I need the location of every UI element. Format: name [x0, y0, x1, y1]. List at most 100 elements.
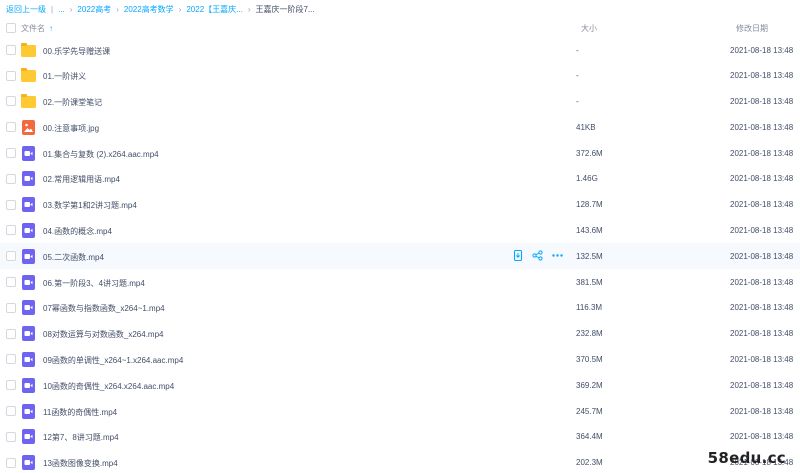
file-size: 381.5M [576, 277, 603, 287]
row-checkbox[interactable] [6, 328, 16, 339]
row-checkbox[interactable] [6, 70, 16, 81]
file-row[interactable]: 05.二次函数.mp4 132.5M 2021-08-18 13:48 [0, 243, 800, 270]
file-name[interactable]: 00.乐学先导赠送课 [43, 46, 110, 57]
sort-up-arrow-icon[interactable]: ↑ [49, 24, 53, 33]
row-checkbox[interactable] [6, 199, 16, 210]
file-row[interactable]: 06.第一阶段3、4讲习题.mp4 381.5M 2021-08-18 13:48 [0, 269, 800, 295]
column-header-name[interactable]: 文件名 ↑ [21, 23, 53, 34]
file-row[interactable]: 13函数图像变换.mp4 202.3M 2021-08-18 13:48 [0, 450, 800, 473]
file-row[interactable]: 10函数的奇偶性_x264.x264.aac.mp4 369.2M 2021-08-… [0, 372, 800, 398]
file-name[interactable]: 02.一阶课堂笔记 [43, 97, 102, 108]
file-row[interactable]: 01.一阶讲义 - 2021-08-18 13:48 [0, 63, 800, 89]
file-name[interactable]: 13函数图像变换.mp4 [43, 458, 118, 469]
file-modified-date: 2021-08-18 13:48 [730, 329, 794, 339]
file-modified-date: 2021-08-18 13:48 [730, 406, 794, 416]
video-file-icon [21, 300, 36, 316]
file-name[interactable]: 08对数运算与对数函数_x264.mp4 [43, 329, 163, 340]
file-size: 202.3M [576, 458, 603, 468]
file-row[interactable]: 00.乐学先导赠送课 - 2021-08-18 13:48 [0, 37, 800, 63]
row-checkbox[interactable] [6, 406, 16, 417]
file-row[interactable]: 11函数的奇偶性.mp4 245.7M 2021-08-18 13:48 [0, 398, 800, 424]
row-checkbox[interactable] [6, 122, 16, 133]
file-modified-date: 2021-08-18 13:48 [730, 174, 794, 184]
file-modified-date: 2021-08-18 13:48 [730, 432, 794, 442]
row-checkbox[interactable] [6, 457, 16, 468]
row-checkbox[interactable] [6, 173, 16, 184]
file-row[interactable]: 02.一阶课堂笔记 - 2021-08-18 13:48 [0, 89, 800, 115]
row-checkbox[interactable] [6, 44, 16, 55]
file-name[interactable]: 03.数学第1和2讲习题.mp4 [43, 200, 137, 211]
video-file-icon [21, 403, 36, 419]
file-name[interactable]: 05.二次函数.mp4 [43, 252, 104, 263]
video-file-icon [21, 145, 36, 161]
breadcrumb-item-ellipsis[interactable]: ... [58, 5, 65, 14]
file-row[interactable]: 00.注意事项.jpg 41KB 2021-08-18 13:48 [0, 114, 800, 140]
row-actions [512, 250, 563, 262]
file-size: 245.7M [576, 406, 603, 416]
file-name[interactable]: 11函数的奇偶性.mp4 [43, 407, 117, 418]
download-icon[interactable] [512, 250, 523, 262]
row-checkbox[interactable] [6, 277, 16, 288]
video-file-icon [21, 223, 36, 239]
file-name[interactable]: 04.函数的概念.mp4 [43, 226, 112, 237]
more-icon[interactable] [552, 250, 563, 261]
file-size: 132.5M [576, 251, 603, 261]
breadcrumb-back-link[interactable]: 返回上一级 [6, 4, 46, 15]
row-checkbox[interactable] [6, 225, 16, 236]
file-list: 00.乐学先导赠送课 - 2021-08-18 13:48 01.一阶讲义 - 2021-… [0, 37, 800, 473]
file-name[interactable]: 00.注意事项.jpg [43, 123, 99, 134]
file-name[interactable]: 06.第一阶段3、4讲习题.mp4 [43, 278, 145, 289]
folder-icon [21, 68, 36, 83]
breadcrumb-item-2022-math[interactable]: 2022高考数学 [124, 4, 174, 15]
file-size: 143.6M [576, 226, 603, 236]
breadcrumb: 返回上一级 | ... › 2022高考 › 2022高考数学 › 2022【王… [6, 0, 315, 18]
breadcrumb-separator: | [51, 4, 54, 14]
file-size: - [576, 97, 579, 107]
file-row[interactable]: 04.函数的概念.mp4 143.6M 2021-08-18 13:48 [0, 218, 800, 244]
file-name[interactable]: 12第7、8讲习题.mp4 [43, 432, 119, 443]
folder-icon [21, 42, 36, 58]
file-row[interactable]: 12第7、8讲习题.mp4 364.4M 2021-08-18 13:48 [0, 424, 800, 450]
file-modified-date: 2021-08-18 13:48 [730, 122, 794, 132]
row-checkbox[interactable] [6, 96, 16, 107]
file-size: 232.8M [576, 329, 603, 339]
file-name[interactable]: 07幂函数与指数函数_x264~1.mp4 [43, 303, 165, 314]
row-checkbox[interactable] [6, 380, 16, 391]
file-name[interactable]: 10函数的奇偶性_x264.x264.aac.mp4 [43, 381, 174, 392]
row-checkbox[interactable] [6, 148, 16, 159]
video-file-icon [21, 248, 36, 264]
file-modified-date: 2021-08-18 13:48 [730, 251, 794, 261]
file-row[interactable]: 02.常用逻辑用语.mp4 1.46G 2021-08-18 13:48 [0, 166, 800, 192]
row-checkbox[interactable] [6, 251, 16, 262]
breadcrumb-item-2022-gaokao[interactable]: 2022高考 [77, 4, 111, 15]
file-modified-date: 2021-08-18 13:48 [730, 45, 794, 55]
video-file-icon [21, 429, 36, 445]
column-header-date[interactable]: 修改日期 [736, 23, 768, 34]
file-name[interactable]: 01.集合与复数 (2).x264.aac.mp4 [43, 149, 159, 160]
select-all-checkbox[interactable] [6, 23, 16, 33]
file-row[interactable]: 09函数的单调性_x264~1.x264.aac.mp4 370.5M 2021-0… [0, 347, 800, 373]
row-checkbox[interactable] [6, 354, 16, 365]
file-row[interactable]: 07幂函数与指数函数_x264~1.mp4 116.3M 2021-08-18 13… [0, 295, 800, 321]
breadcrumb-separator: › [178, 4, 182, 14]
image-file-icon [21, 119, 36, 135]
file-name[interactable]: 09函数的单调性_x264~1.x264.aac.mp4 [43, 355, 183, 366]
folder-icon [21, 94, 36, 109]
file-size: - [576, 71, 579, 81]
share-icon[interactable] [532, 250, 543, 261]
file-row[interactable]: 03.数学第1和2讲习题.mp4 128.7M 2021-08-18 13:48 [0, 192, 800, 218]
file-size: 1.46G [576, 174, 598, 184]
file-modified-date: 2021-08-18 13:48 [730, 97, 794, 107]
column-header-name-label: 文件名 [21, 24, 45, 33]
column-header-size[interactable]: 大小 [581, 23, 597, 34]
breadcrumb-item-wang[interactable]: 2022【王嘉庆... [186, 4, 242, 15]
file-row[interactable]: 08对数运算与对数函数_x264.mp4 232.8M 2021-08-18 13:… [0, 321, 800, 347]
file-row[interactable]: 01.集合与复数 (2).x264.aac.mp4 372.6M 2021-08-1… [0, 140, 800, 166]
file-modified-date: 2021-08-18 13:48 [730, 226, 794, 236]
row-checkbox[interactable] [6, 431, 16, 442]
file-size: 369.2M [576, 380, 603, 390]
file-name[interactable]: 01.一阶讲义 [43, 71, 86, 82]
file-size: 128.7M [576, 200, 603, 210]
file-name[interactable]: 02.常用逻辑用语.mp4 [43, 174, 120, 185]
row-checkbox[interactable] [6, 302, 16, 313]
